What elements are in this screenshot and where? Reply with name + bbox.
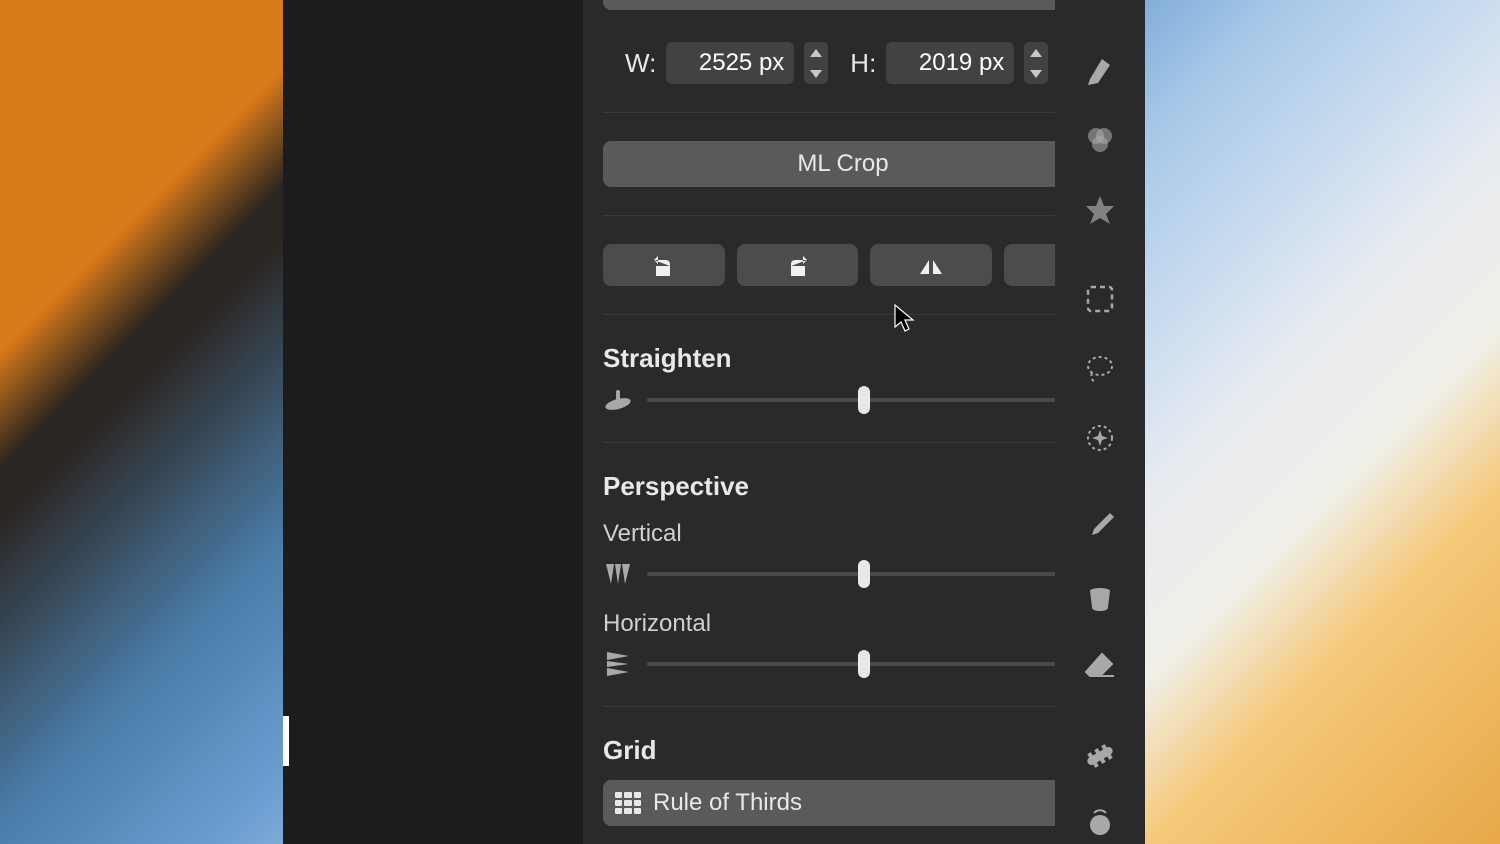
- straighten-slider-row: [603, 386, 1125, 414]
- color-tool-icon[interactable]: [1080, 121, 1120, 158]
- straighten-label: Straighten: [603, 343, 732, 374]
- grid-label: Grid: [603, 735, 656, 766]
- perspective-top-narrow-icon: [603, 560, 633, 588]
- width-label: W:: [625, 48, 656, 79]
- straighten-ccw-icon: [603, 386, 633, 414]
- ml-crop-button[interactable]: ML Crop: [603, 141, 1083, 187]
- width-input[interactable]: 2525 px: [666, 42, 794, 84]
- divider: [603, 314, 1125, 315]
- preset-label: Custom Size: [621, 0, 757, 2]
- grid-icon: [615, 792, 641, 814]
- styles-tool-icon[interactable]: [1080, 52, 1120, 89]
- rotate-left-button[interactable]: [603, 244, 725, 286]
- right-toolbar: [1055, 0, 1145, 844]
- divider: [603, 442, 1125, 443]
- vertical-label: Vertical: [603, 520, 682, 548]
- straighten-header: Straighten 0°: [603, 343, 1125, 374]
- rotate-right-button[interactable]: [737, 244, 859, 286]
- perspective-label: Perspective: [603, 471, 749, 502]
- width-stepper-up[interactable]: [804, 42, 828, 63]
- vertical-slider-row: [603, 560, 1125, 588]
- grid-dropdown[interactable]: Rule of Thirds: [603, 780, 1125, 826]
- straighten-slider[interactable]: [647, 398, 1081, 402]
- height-label: H:: [850, 48, 876, 79]
- grid-selected-text: Rule of Thirds: [653, 789, 802, 817]
- perspective-header: Perspective: [603, 471, 1125, 502]
- height-stepper-up[interactable]: [1024, 42, 1048, 63]
- width-stepper-down[interactable]: [804, 63, 828, 84]
- width-stepper[interactable]: [804, 42, 828, 84]
- divider: [603, 706, 1125, 707]
- flip-horizontal-button[interactable]: [870, 244, 992, 286]
- horizontal-slider-handle[interactable]: [858, 650, 870, 678]
- vertical-header: Vertical 0%: [603, 520, 1125, 548]
- dimensions-row: W: 2525 px H: 2019 px: [625, 42, 1125, 84]
- magic-select-tool-icon[interactable]: [1080, 419, 1120, 456]
- ml-crop-row: ML Crop ···: [603, 141, 1125, 187]
- height-stepper-down[interactable]: [1024, 63, 1048, 84]
- effects-tool-icon[interactable]: [1080, 191, 1120, 228]
- horizontal-header: Horizontal 0%: [603, 610, 1125, 638]
- vertical-slider-handle[interactable]: [858, 560, 870, 588]
- height-stepper[interactable]: [1024, 42, 1048, 84]
- horizontal-label: Horizontal: [603, 610, 711, 638]
- clone-tool-icon[interactable]: [1080, 807, 1120, 844]
- divider: [603, 215, 1125, 216]
- selection-tool-icon[interactable]: [1080, 280, 1120, 317]
- brush-tool-icon[interactable]: [1080, 509, 1120, 546]
- height-input[interactable]: 2019 px: [886, 42, 1014, 84]
- grid-header: Grid: [603, 735, 1125, 766]
- horizontal-slider[interactable]: [647, 662, 1081, 666]
- horizontal-slider-row: [603, 650, 1125, 678]
- canvas-area: [283, 0, 583, 844]
- fill-tool-icon[interactable]: [1080, 578, 1120, 615]
- vertical-slider[interactable]: [647, 572, 1081, 576]
- editor-window: Custom Size W: 2525 px H: 2019 px: [283, 0, 1145, 844]
- lasso-tool-icon[interactable]: [1080, 350, 1120, 387]
- repair-tool-icon[interactable]: [1080, 737, 1120, 774]
- canvas-edge-marker: [283, 716, 289, 766]
- straighten-slider-handle[interactable]: [858, 386, 870, 414]
- size-preset-dropdown[interactable]: Custom Size: [603, 0, 1125, 10]
- eraser-tool-icon[interactable]: [1080, 648, 1120, 685]
- transform-buttons-row: [603, 244, 1125, 286]
- divider: [603, 112, 1125, 113]
- perspective-left-narrow-icon: [603, 650, 633, 678]
